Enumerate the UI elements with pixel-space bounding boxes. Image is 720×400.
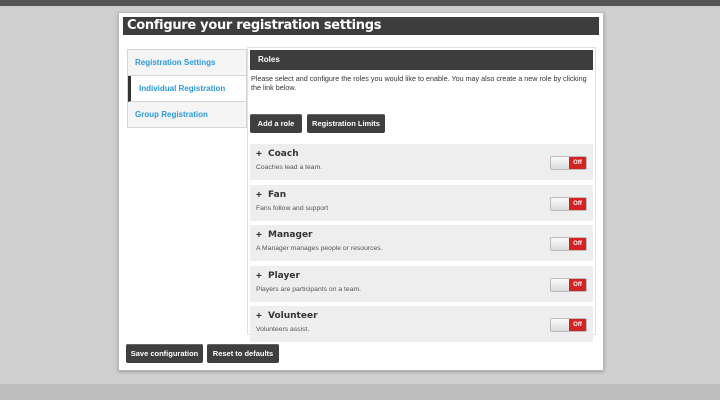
role-toggle-fan[interactable]: Off <box>550 197 587 211</box>
toggle-knob <box>551 198 570 210</box>
role-description: Volunteers assist. <box>256 326 310 333</box>
roles-header: Roles <box>250 50 593 70</box>
role-name: Volunteer <box>268 311 318 321</box>
sidebar-item-individual-registration[interactable]: Individual Registration <box>128 76 246 102</box>
reset-defaults-button[interactable]: Reset to defaults <box>207 344 279 363</box>
registration-settings-panel: Configure your registration settings Reg… <box>118 12 604 371</box>
role-item-volunteer: + Volunteer Volunteers assist. Off <box>250 306 593 342</box>
save-configuration-button[interactable]: Save configuration <box>126 344 203 363</box>
role-name: Fan <box>268 190 287 200</box>
role-item-fan: + Fan Fans follow and support Off <box>250 185 593 221</box>
expand-plus-icon[interactable]: + <box>256 230 262 241</box>
role-name: Coach <box>268 149 299 159</box>
toggle-knob <box>551 157 570 169</box>
role-toggle-player[interactable]: Off <box>550 278 587 292</box>
sidebar-nav: Registration Settings Individual Registr… <box>127 49 247 128</box>
toggle-off-label: Off <box>569 157 586 169</box>
page-title: Configure your registration settings <box>123 17 599 35</box>
registration-limits-button[interactable]: Registration Limits <box>307 114 385 133</box>
toggle-knob <box>551 319 570 331</box>
toggle-off-label: Off <box>569 279 586 291</box>
sidebar-item-group-registration[interactable]: Group Registration <box>128 102 246 128</box>
expand-plus-icon[interactable]: + <box>256 311 262 322</box>
role-item-player: + Player Players are participants on a t… <box>250 266 593 302</box>
top-bar <box>0 0 720 6</box>
expand-plus-icon[interactable]: + <box>256 149 262 160</box>
toggle-knob <box>551 279 570 291</box>
role-name: Player <box>268 271 300 281</box>
sidebar-item-registration-settings[interactable]: Registration Settings <box>128 50 246 76</box>
role-toggle-manager[interactable]: Off <box>550 237 587 251</box>
role-toggle-volunteer[interactable]: Off <box>550 318 587 332</box>
add-role-button[interactable]: Add a role <box>250 114 302 133</box>
toggle-off-label: Off <box>569 238 586 250</box>
toggle-off-label: Off <box>569 319 586 331</box>
role-item-coach: + Coach Coaches lead a team. Off <box>250 144 593 180</box>
role-description: A Manager manages people or resources. <box>256 245 383 252</box>
role-description: Coaches lead a team. <box>256 164 323 171</box>
roles-intro-text: Please select and configure the roles yo… <box>251 74 587 92</box>
toggle-knob <box>551 238 570 250</box>
role-item-manager: + Manager A Manager manages people or re… <box>250 225 593 261</box>
role-toggle-coach[interactable]: Off <box>550 156 587 170</box>
expand-plus-icon[interactable]: + <box>256 190 262 201</box>
roles-section: Roles Please select and configure the ro… <box>247 47 596 342</box>
toggle-off-label: Off <box>569 198 586 210</box>
role-description: Players are participants on a team. <box>256 286 362 293</box>
bottom-bar <box>0 384 720 400</box>
role-name: Manager <box>268 230 313 240</box>
expand-plus-icon[interactable]: + <box>256 271 262 282</box>
role-description: Fans follow and support <box>256 205 329 212</box>
